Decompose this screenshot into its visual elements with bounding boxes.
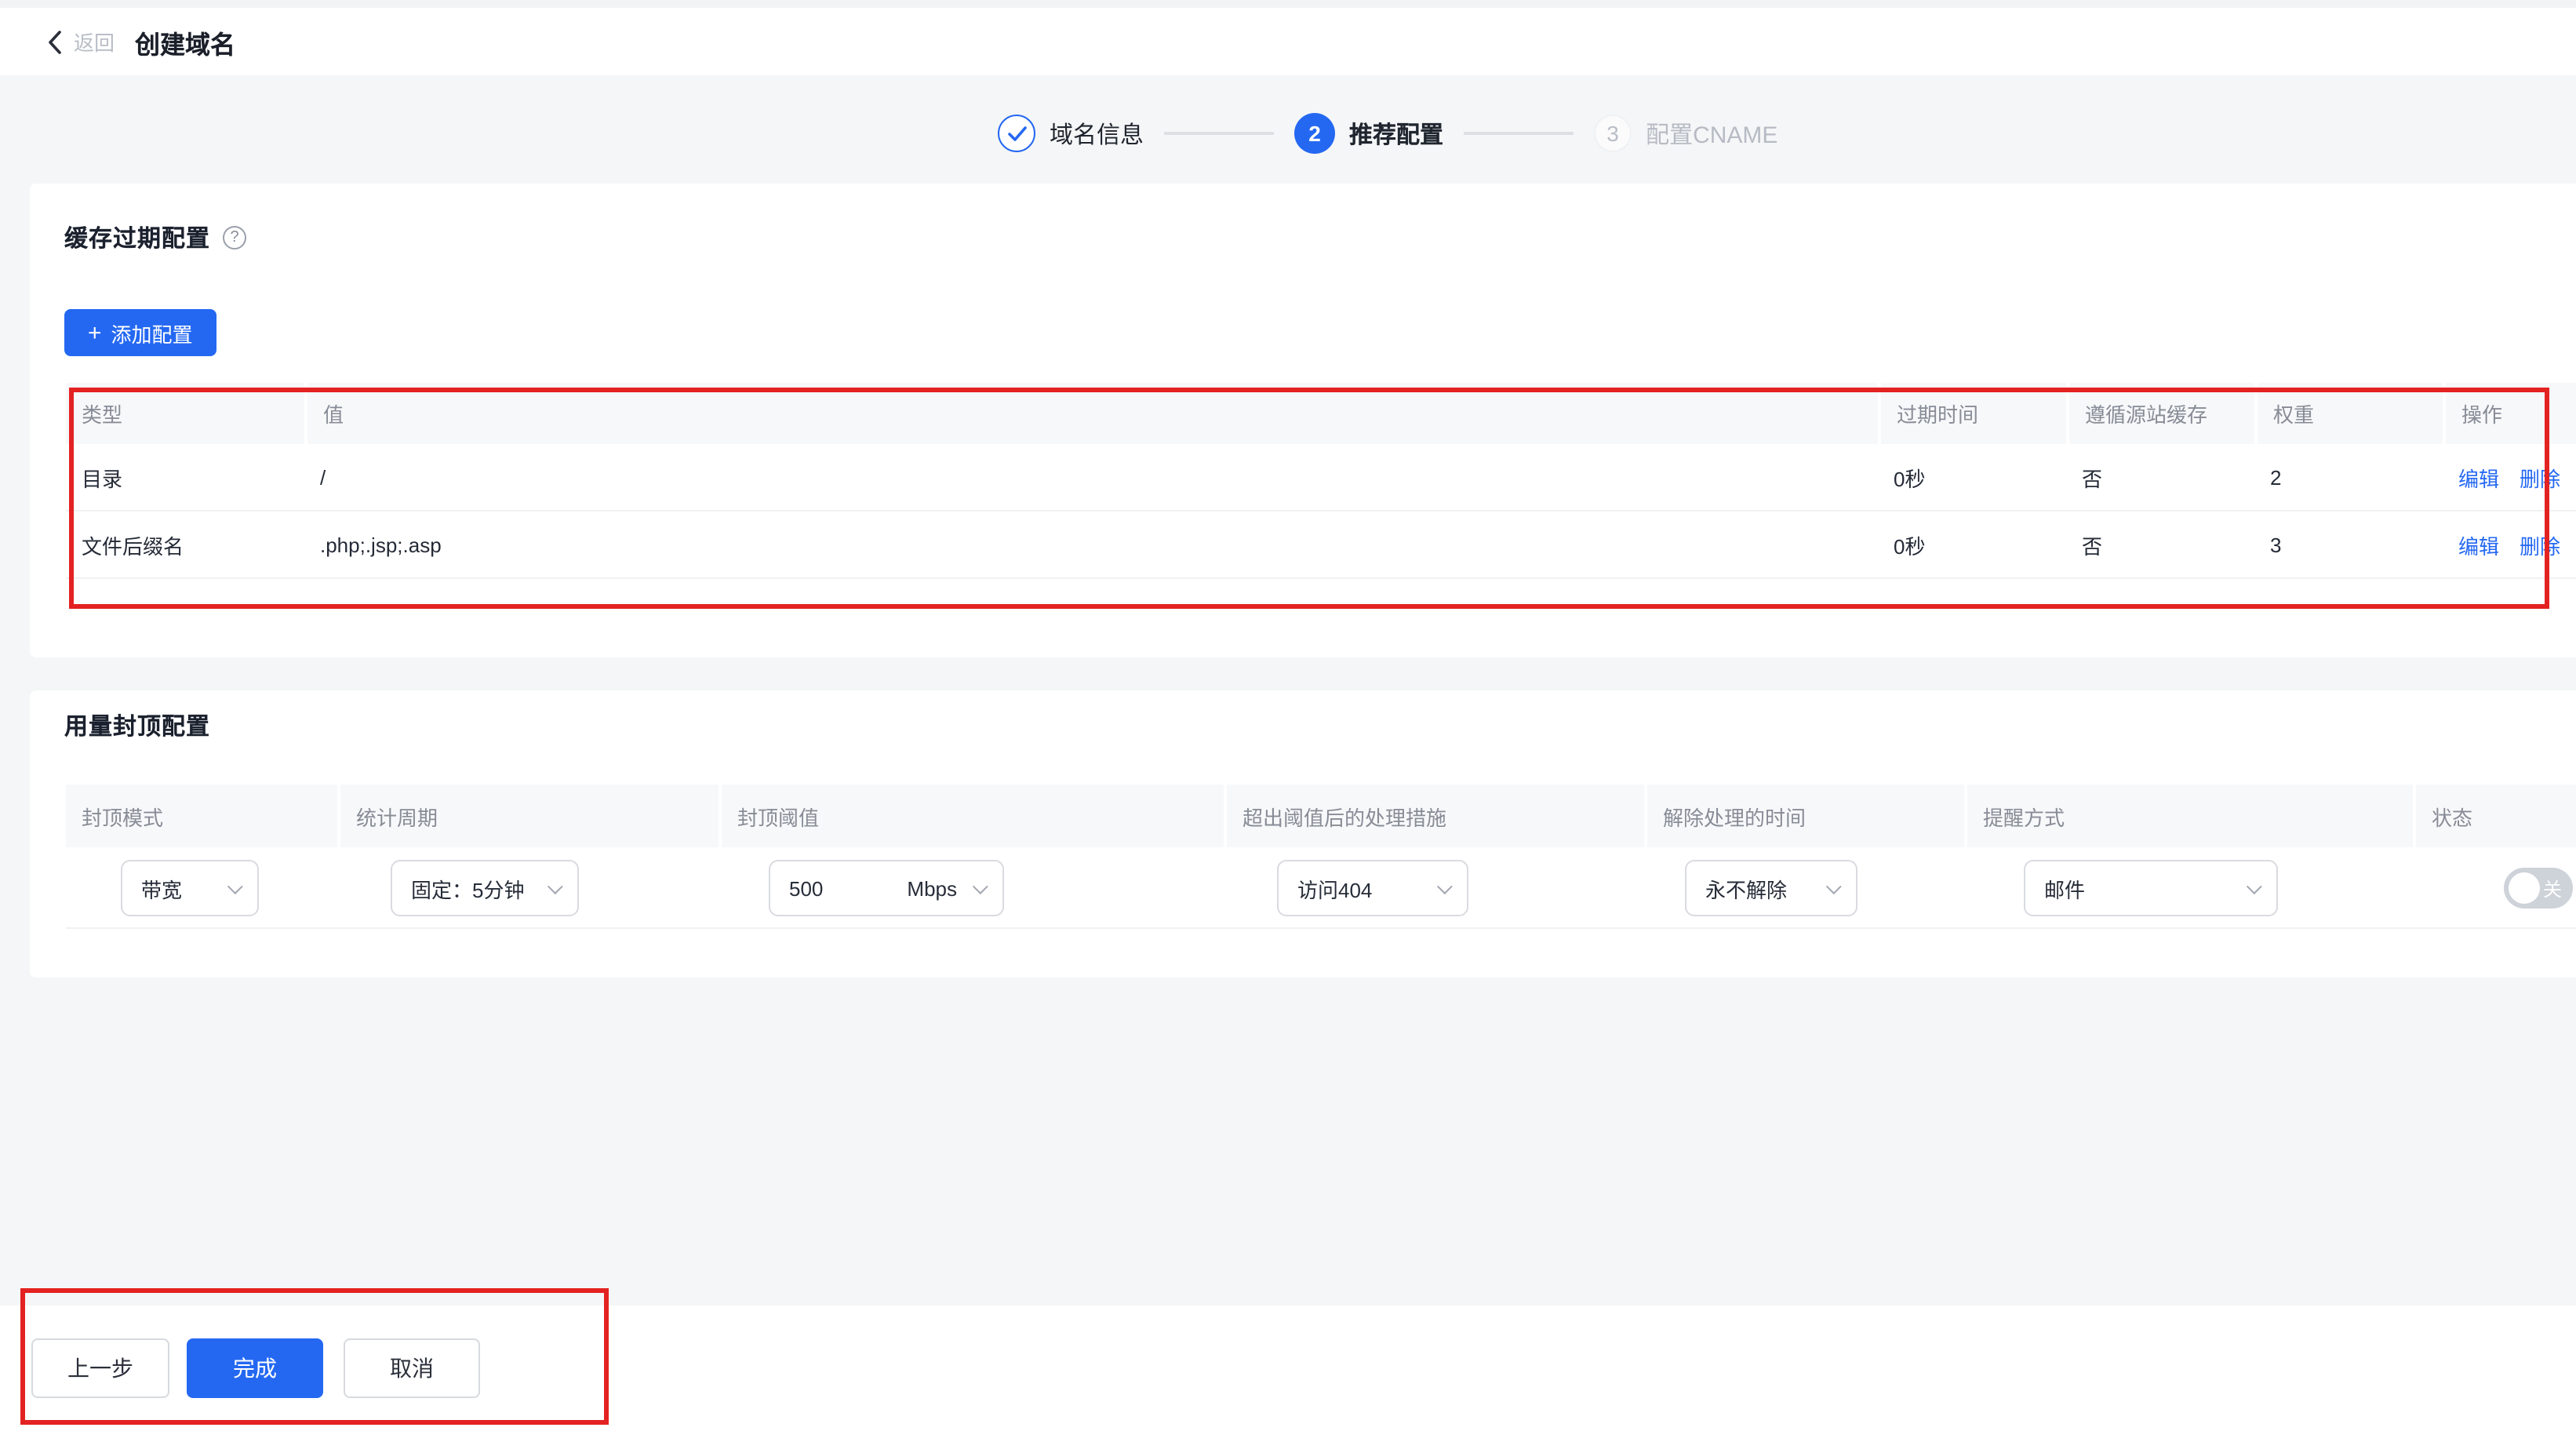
cell-weight: 2 xyxy=(2254,444,2443,510)
over-threshold-action-value: 访问404 xyxy=(1297,873,1372,903)
cap-mode-value: 带宽 xyxy=(141,873,182,903)
back-label[interactable]: 返回 xyxy=(74,27,115,56)
step2-number: 2 xyxy=(1294,113,1335,154)
edit-link[interactable]: 编辑 xyxy=(2458,530,2499,559)
footer-bar: 上一步 完成 取消 xyxy=(0,1305,2576,1431)
step-connector xyxy=(1164,132,1274,135)
step1-label: 域名信息 xyxy=(1050,117,1144,150)
chevron-down-icon xyxy=(1437,878,1453,894)
notify-method-select[interactable]: 邮件 xyxy=(2024,860,2278,916)
release-time-value: 永不解除 xyxy=(1705,873,1787,903)
col-over-threshold-action: 超出阈值后的处理措施 xyxy=(1224,785,1644,847)
topbar: 返回 创建域名 xyxy=(0,8,2576,75)
page: 返回 创建域名 域名信息 2 推荐配置 3 配置CNAME 缓存过期配置 ? +… xyxy=(0,0,2576,1431)
cap-mode-select[interactable]: 带宽 xyxy=(121,860,259,916)
col-release-time: 解除处理的时间 xyxy=(1644,785,1964,847)
cell-weight: 3 xyxy=(2254,512,2443,577)
notify-method-value: 邮件 xyxy=(2044,873,2085,903)
chevron-down-icon xyxy=(548,878,563,894)
step-connector xyxy=(1464,132,1574,135)
usage-cap-card: 用量封顶配置 封顶模式 统计周期 封顶阈值 超出阈值后的处理措施 解除处理的时间… xyxy=(30,690,2576,978)
cache-expire-card: 缓存过期配置 ? + 添加配置 类型 值 过期时间 遵循源站缓存 权重 操作 目… xyxy=(30,184,2576,657)
col-stat-period: 统计周期 xyxy=(337,785,719,847)
col-notify-method: 提醒方式 xyxy=(1964,785,2413,847)
plus-icon: + xyxy=(88,319,102,346)
col-value: 值 xyxy=(304,383,1878,444)
threshold-combo[interactable]: Mbps xyxy=(769,860,1004,916)
cell-follow: 否 xyxy=(2066,444,2254,510)
add-config-button[interactable]: + 添加配置 xyxy=(64,309,216,356)
step1-check-icon xyxy=(998,115,1035,152)
col-weight: 权重 xyxy=(2254,383,2443,444)
release-time-select[interactable]: 永不解除 xyxy=(1685,860,1857,916)
cell-expire: 0秒 xyxy=(1878,512,2066,577)
stat-period-value: 固定：5分钟 xyxy=(411,873,524,903)
col-operation: 操作 xyxy=(2443,383,2576,444)
step3-number: 3 xyxy=(1594,115,1632,152)
cap-table-header: 封顶模式 统计周期 封顶阈值 超出阈值后的处理措施 解除处理的时间 提醒方式 状… xyxy=(66,785,2576,847)
cache-section-title: 缓存过期配置 xyxy=(64,221,210,254)
finish-button[interactable]: 完成 xyxy=(187,1338,323,1398)
col-threshold: 封顶阈值 xyxy=(719,785,1224,847)
add-config-label: 添加配置 xyxy=(111,318,193,348)
cache-table-header: 类型 值 过期时间 遵循源站缓存 权重 操作 xyxy=(66,383,2576,444)
step3-label: 配置CNAME xyxy=(1646,117,1777,150)
cell-follow: 否 xyxy=(2066,512,2254,577)
delete-link[interactable]: 删除 xyxy=(2520,462,2560,492)
page-title: 创建域名 xyxy=(135,23,235,60)
cell-expire: 0秒 xyxy=(1878,444,2066,510)
col-follow-origin: 遵循源站缓存 xyxy=(2066,383,2254,444)
top-strip xyxy=(0,0,2576,8)
prev-step-button[interactable]: 上一步 xyxy=(31,1338,169,1398)
status-toggle[interactable]: 关 xyxy=(2504,868,2573,908)
cell-value: / xyxy=(304,444,1878,510)
help-icon[interactable]: ? xyxy=(223,226,246,249)
table-row: 目录 / 0秒 否 2 编辑 删除 xyxy=(66,444,2576,512)
back-button[interactable]: 返回 xyxy=(47,27,115,56)
cell-type: 目录 xyxy=(66,444,304,510)
threshold-unit-select[interactable]: Mbps xyxy=(907,876,984,900)
stat-period-select[interactable]: 固定：5分钟 xyxy=(391,860,579,916)
toggle-off-label: 关 xyxy=(2543,868,2562,908)
step2-label: 推荐配置 xyxy=(1349,117,1443,150)
toggle-knob xyxy=(2509,872,2540,904)
over-threshold-action-select[interactable]: 访问404 xyxy=(1277,860,1468,916)
edit-link[interactable]: 编辑 xyxy=(2458,462,2499,492)
threshold-unit-value: Mbps xyxy=(907,876,957,900)
table-row: 文件后缀名 .php;.jsp;.asp 0秒 否 3 编辑 删除 xyxy=(66,512,2576,579)
cell-value: .php;.jsp;.asp xyxy=(304,512,1878,577)
cache-table: 类型 值 过期时间 遵循源站缓存 权重 操作 目录 / 0秒 否 2 编辑 删除… xyxy=(66,383,2576,579)
cancel-button[interactable]: 取消 xyxy=(344,1338,480,1398)
chevron-down-icon xyxy=(227,878,243,894)
col-type: 类型 xyxy=(66,383,304,444)
col-expire: 过期时间 xyxy=(1878,383,2066,444)
cell-type: 文件后缀名 xyxy=(66,512,304,577)
col-cap-mode: 封顶模式 xyxy=(66,785,337,847)
cap-config-row: 带宽 固定：5分钟 Mbps 访问404 永不解除 xyxy=(66,847,2576,929)
chevron-down-icon xyxy=(1826,878,1842,894)
threshold-input[interactable] xyxy=(789,876,871,900)
cap-section-title: 用量封顶配置 xyxy=(64,709,210,742)
back-chevron-icon xyxy=(47,29,63,54)
chevron-down-icon xyxy=(973,878,988,894)
step-wizard: 域名信息 2 推荐配置 3 配置CNAME xyxy=(998,111,1777,155)
delete-link[interactable]: 删除 xyxy=(2520,530,2560,559)
chevron-down-icon xyxy=(2247,878,2262,894)
col-status: 状态 xyxy=(2413,785,2576,847)
